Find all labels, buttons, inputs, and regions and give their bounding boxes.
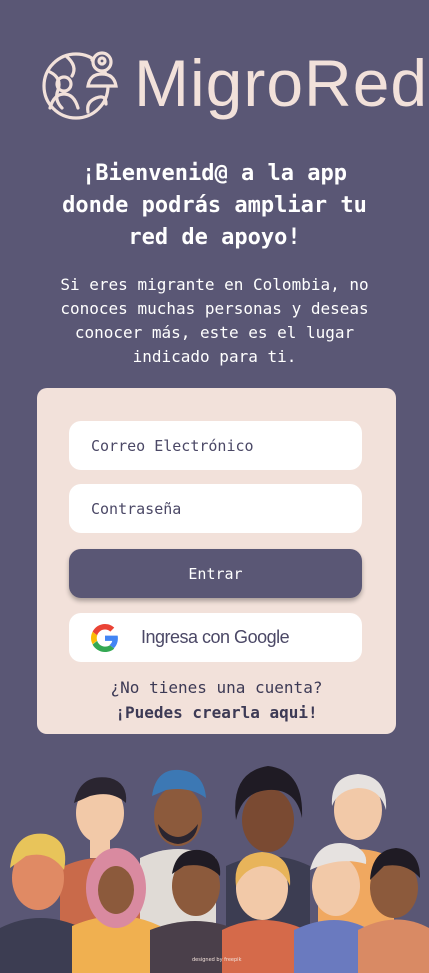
welcome-line: red de apoyo!	[128, 225, 301, 250]
welcome-line: ¡Bienvenid@ a la app	[82, 161, 347, 186]
login-button[interactable]: Entrar	[69, 549, 362, 598]
google-g-icon	[91, 623, 118, 652]
people-illustration	[0, 766, 429, 973]
intro-text: Si eres migrante en Colombia, no conoces…	[26, 273, 403, 369]
signup-question: ¿No tienes una cuenta?	[110, 678, 323, 697]
signup-link[interactable]: ¡Puedes crearla aqui!	[37, 703, 396, 722]
email-field[interactable]	[69, 421, 362, 470]
login-card: Entrar Ingresa con Google ¿No tienes una…	[37, 388, 396, 734]
globe-people-icon	[42, 51, 118, 120]
welcome-line: donde podrás ampliar tu	[62, 193, 367, 218]
intro-line: indicado para ti.	[132, 347, 297, 366]
intro-line: conoces muchas personas y deseas	[60, 299, 369, 318]
intro-line: Si eres migrante en Colombia, no	[60, 275, 369, 294]
intro-line: conocer más, este es el lugar	[74, 323, 355, 342]
brand-name: MigroRed	[134, 46, 429, 120]
password-field[interactable]	[69, 484, 362, 533]
app-logo: MigroRed	[36, 40, 427, 126]
welcome-heading: ¡Bienvenid@ a la app donde podrás amplia…	[20, 158, 409, 254]
illustration-credit: designed by freepik	[192, 957, 242, 963]
google-signin-label: Ingresa con Google	[141, 627, 290, 647]
google-signin-button[interactable]: Ingresa con Google	[69, 613, 362, 662]
